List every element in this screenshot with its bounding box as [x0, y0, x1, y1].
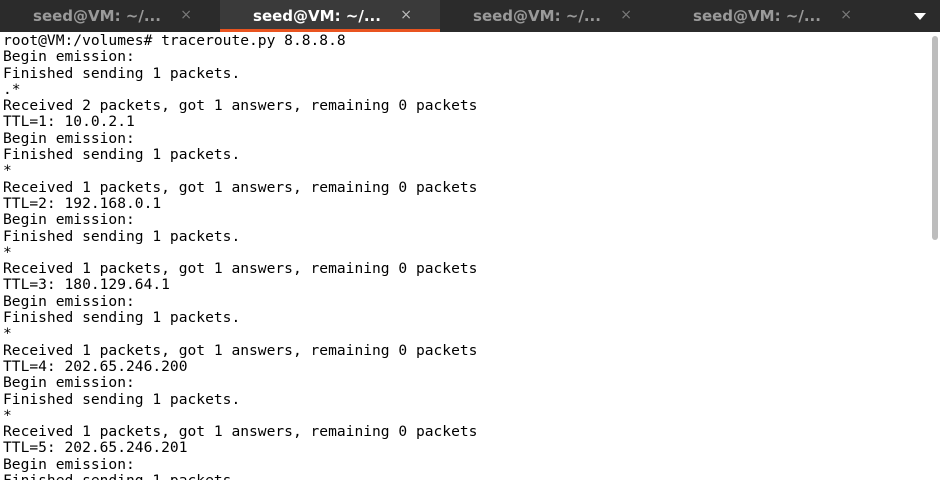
- terminal-line: Begin emission:: [3, 292, 135, 310]
- terminal-line: Finished sending 1 packets.: [3, 227, 241, 245]
- terminal-line: Received 1 packets, got 1 answers, remai…: [3, 178, 478, 196]
- terminal-line: TTL=1: 10.0.2.1: [3, 113, 135, 131]
- terminal-line: TTL=4: 202.65.246.200: [3, 357, 188, 375]
- terminal-line: TTL=5: 202.65.246.201: [3, 439, 188, 457]
- tab-terminal-3[interactable]: seed@VM: ~/... ×: [440, 0, 660, 32]
- terminal-line: Received 1 packets, got 1 answers, remai…: [3, 260, 478, 278]
- terminal-line: *: [3, 406, 12, 424]
- terminal-line: root@VM:/volumes# traceroute.py 8.8.8.8: [3, 32, 346, 49]
- tab-terminal-1[interactable]: seed@VM: ~/... ×: [0, 0, 220, 32]
- scrollbar[interactable]: [930, 32, 940, 480]
- terminal-line: TTL=2: 192.168.0.1: [3, 194, 162, 212]
- terminal-output[interactable]: root@VM:/volumes# traceroute.py 8.8.8.8 B…: [0, 32, 930, 480]
- tab-menu-button[interactable]: [908, 4, 932, 28]
- terminal-line: Finished sending 1 packets.: [3, 64, 241, 82]
- close-icon[interactable]: ×: [400, 7, 412, 23]
- terminal-line: Finished sending 1 packets.: [3, 146, 241, 164]
- tab-label: seed@VM: ~/...: [473, 7, 601, 25]
- close-icon[interactable]: ×: [840, 7, 852, 23]
- tab-label: seed@VM: ~/...: [33, 7, 161, 25]
- terminal-text: root@VM:/volumes# traceroute.py 8.8.8.8 B…: [0, 32, 930, 480]
- terminal-line: Received 1 packets, got 1 answers, remai…: [3, 341, 478, 359]
- terminal-line: Finished sending 1 packets.: [3, 390, 241, 408]
- scrollbar-thumb[interactable]: [932, 36, 938, 240]
- tab-bar: seed@VM: ~/... × seed@VM: ~/... × seed@V…: [0, 0, 940, 32]
- terminal-line: Received 2 packets, got 1 answers, remai…: [3, 97, 478, 115]
- terminal-line: Begin emission:: [3, 48, 135, 66]
- terminal-line: .*: [3, 80, 21, 98]
- tab-label: seed@VM: ~/...: [253, 7, 381, 25]
- chevron-down-icon: [914, 13, 926, 20]
- terminal-line: *: [3, 162, 12, 180]
- close-icon[interactable]: ×: [620, 7, 632, 23]
- terminal-line: *: [3, 325, 12, 343]
- tab-terminal-2[interactable]: seed@VM: ~/... ×: [220, 0, 440, 32]
- tab-terminal-4[interactable]: seed@VM: ~/... ×: [660, 0, 880, 32]
- terminal-line: TTL=3: 180.129.64.1: [3, 276, 170, 294]
- terminal-line: Finished sending 1 packets.: [3, 309, 241, 327]
- terminal-line: *: [3, 243, 12, 261]
- close-icon[interactable]: ×: [180, 7, 192, 23]
- terminal-line: Begin emission:: [3, 129, 135, 147]
- terminal-line: Received 1 packets, got 1 answers, remai…: [3, 423, 478, 441]
- terminal-line: Begin emission:: [3, 455, 135, 473]
- terminal-line: Begin emission:: [3, 374, 135, 392]
- terminal-line: Begin emission:: [3, 211, 135, 229]
- terminal-line: Finished sending 1 packets.: [3, 472, 930, 480]
- tab-label: seed@VM: ~/...: [693, 7, 821, 25]
